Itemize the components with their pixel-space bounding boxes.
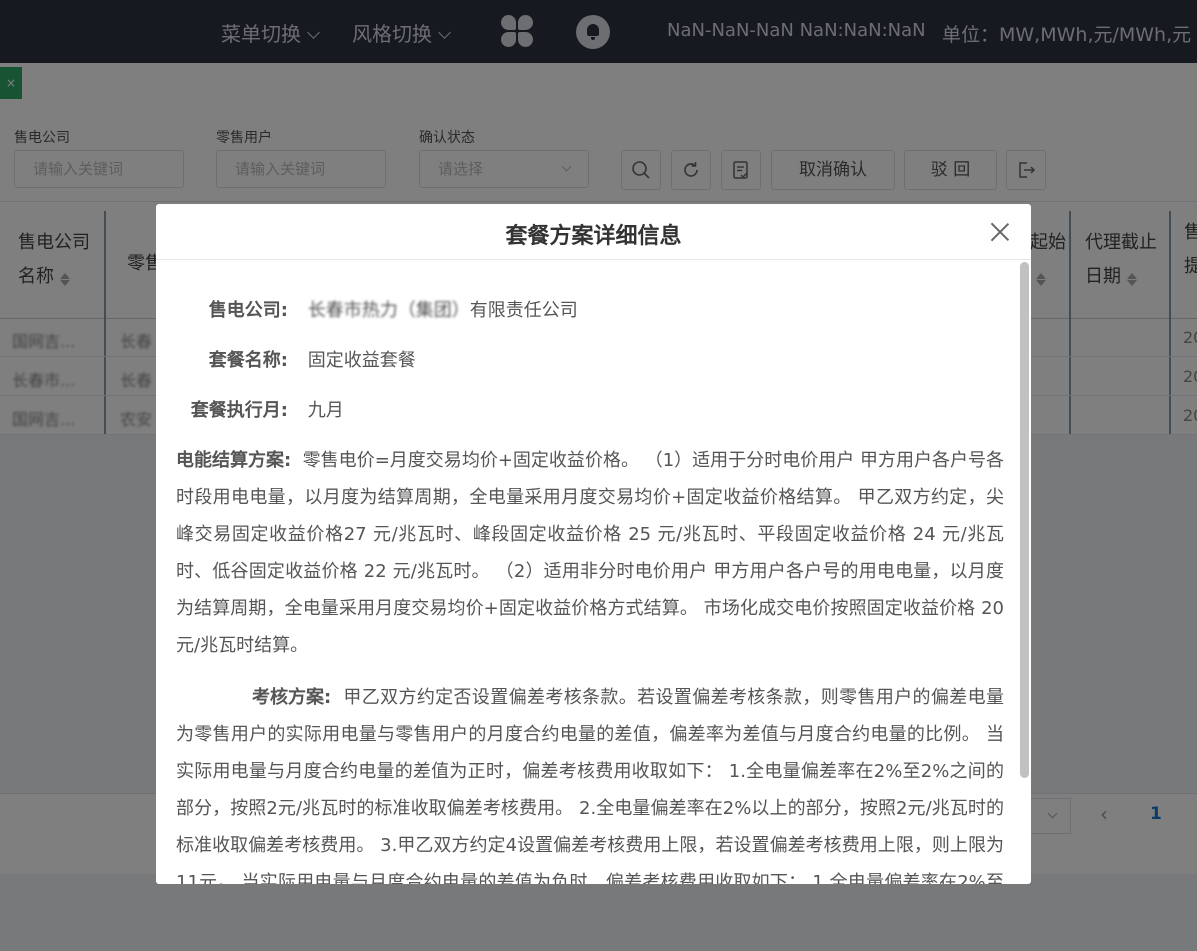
package-value: 固定收益套餐 [307, 350, 416, 371]
dialog-header: 套餐方案详细信息 [156, 204, 1031, 260]
assessment-text: 甲乙双方约定否设置偏差考核条款。若设置偏差考核条款，则零售用户的偏差电量为零售用… [176, 687, 1004, 884]
month-key: 套餐执行月: [190, 400, 288, 421]
month-field: 套餐执行月: 九月 [176, 392, 344, 429]
assessment-key: 考核方案: [252, 687, 332, 708]
month-value: 九月 [307, 400, 344, 421]
settlement-plan: 电能结算方案: 零售电价=月度交易均价+固定收益价格。 （1）适用于分时电价用户… [176, 442, 1004, 664]
company-key: 售电公司: [208, 300, 288, 321]
package-field: 套餐名称: 固定收益套餐 [176, 342, 416, 379]
company-field: 售电公司: 长春市热力（集团）有限责任公司 [176, 292, 578, 329]
dialog-title: 套餐方案详细信息 [505, 224, 682, 249]
package-key: 套餐名称: [208, 350, 288, 371]
settlement-text: 零售电价=月度交易均价+固定收益价格。 （1）适用于分时电价用户 甲方用户各户号… [176, 450, 1004, 656]
assessment-plan: 考核方案: 甲乙双方约定否设置偏差考核条款。若设置偏差考核条款，则零售用户的偏差… [176, 679, 1004, 884]
dialog-scrollbar[interactable] [1020, 262, 1029, 778]
package-detail-dialog: 套餐方案详细信息 售电公司: 长春市热力（集团）有限责任公司 套餐名称: 固定收… [156, 204, 1031, 884]
company-value: 有限责任公司 [469, 300, 578, 321]
dialog-body: 售电公司: 长春市热力（集团）有限责任公司 套餐名称: 固定收益套餐 套餐执行月… [176, 259, 1006, 884]
company-value-redacted: 长春市热力（集团） [307, 300, 470, 321]
settlement-key: 电能结算方案: [176, 450, 292, 471]
close-icon[interactable] [990, 222, 1010, 242]
